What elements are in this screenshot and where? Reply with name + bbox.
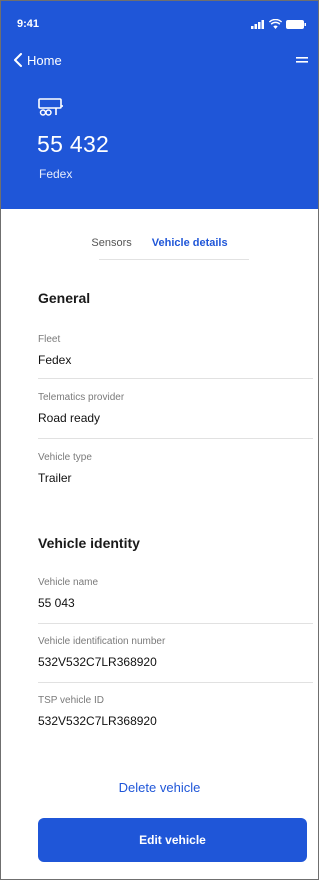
- field-label: Vehicle type: [38, 452, 92, 463]
- status-icons: [251, 19, 306, 29]
- vehicle-number: 55 432: [37, 131, 110, 157]
- tab-sensors[interactable]: Sensors: [89, 233, 133, 259]
- battery-icon: [286, 19, 306, 29]
- field-label: Vehicle name: [38, 577, 99, 588]
- field-value: 532V532C7LR368920: [38, 714, 157, 728]
- tab-vehicle-details[interactable]: Vehicle details: [149, 233, 230, 260]
- status-time: 9:41: [17, 18, 40, 30]
- field-label: Fleet: [38, 334, 61, 345]
- delete-vehicle-link[interactable]: Delete vehicle: [1, 780, 318, 795]
- field-label: TSP vehicle ID: [38, 695, 104, 706]
- field-vehicle-name: Vehicle name 55 043: [38, 577, 313, 610]
- vehicle-fleet: Fedex: [39, 167, 73, 181]
- tab-bar: Sensors Vehicle details: [1, 233, 318, 261]
- status-bar: 9:41: [1, 1, 318, 47]
- section-title-general: General: [38, 290, 91, 306]
- field-value: Trailer: [38, 471, 72, 485]
- menu-icon[interactable]: [296, 55, 308, 65]
- section-title-vehicle-identity: Vehicle identity: [38, 535, 140, 551]
- field-value: 55 043: [38, 596, 75, 610]
- edit-vehicle-button[interactable]: Edit vehicle: [38, 818, 307, 862]
- field-label: Telematics provider: [38, 392, 125, 403]
- field-divider: [38, 682, 313, 683]
- field-divider: [38, 623, 313, 624]
- trailer-icon: [38, 98, 63, 116]
- field-divider: [38, 438, 313, 439]
- field-label: Vehicle identification number: [38, 636, 166, 647]
- back-button[interactable]: Home: [13, 53, 62, 68]
- vehicle-header: 9:41 Home 55 432 Fedex: [1, 1, 318, 209]
- phone-screen: 9:41 Home 55 432 Fedex Sensors Vehicle d…: [0, 0, 319, 880]
- field-tsp-vehicle-id: TSP vehicle ID 532V532C7LR368920: [38, 695, 313, 728]
- back-label: Home: [27, 52, 62, 68]
- field-fleet: Fleet Fedex: [38, 334, 313, 367]
- wifi-icon: [269, 19, 282, 29]
- field-value: Fedex: [38, 353, 72, 367]
- signal-icon: [251, 19, 264, 29]
- field-value: Road ready: [38, 411, 101, 425]
- field-divider: [38, 378, 313, 379]
- field-vehicle-type: Vehicle type Trailer: [38, 452, 313, 485]
- field-telematics-provider: Telematics provider Road ready: [38, 392, 313, 425]
- field-value: 532V532C7LR368920: [38, 655, 157, 669]
- tab-divider: [99, 259, 249, 260]
- field-vin: Vehicle identification number 532V532C7L…: [38, 636, 313, 669]
- nav-row: Home: [1, 47, 318, 73]
- chevron-left-icon: [14, 53, 22, 67]
